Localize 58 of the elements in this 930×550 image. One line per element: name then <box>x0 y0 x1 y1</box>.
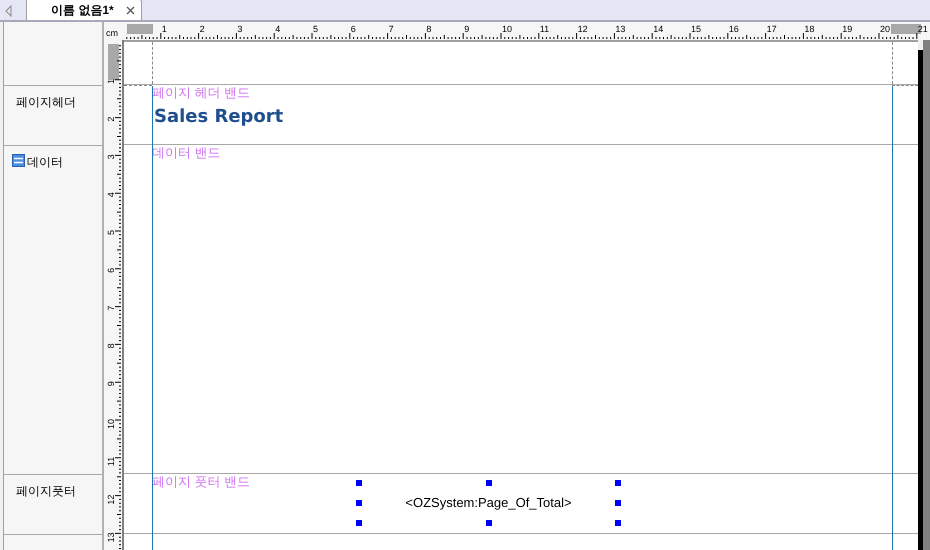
band-label[interactable]: 페이지헤더 <box>16 93 76 111</box>
scroll-left-icon[interactable] <box>5 5 13 17</box>
tab-title: 이름 없음1* <box>51 2 114 19</box>
ruler-number: 11 <box>106 456 116 466</box>
ruler-number: 10 <box>106 419 116 430</box>
margin-marker[interactable] <box>108 44 119 80</box>
resize-handle[interactable] <box>356 500 362 506</box>
ruler-number: 2 <box>200 24 205 34</box>
ruler-number: 3 <box>237 24 242 34</box>
ruler-number: 9 <box>464 24 470 34</box>
band-label[interactable]: 데이터 <box>27 153 63 171</box>
resize-handle[interactable] <box>486 480 492 486</box>
band-caption: 페이지 풋터 밴드 <box>152 474 250 489</box>
ruler-number: 5 <box>106 230 116 236</box>
ruler-number: 4 <box>275 24 280 34</box>
ruler-number: 1 <box>162 24 167 34</box>
ruler-number: 10 <box>502 24 512 34</box>
ruler-number: 12 <box>578 24 588 34</box>
resize-handle[interactable] <box>356 480 362 486</box>
ruler-number: 19 <box>842 24 852 34</box>
ruler-number: 11 <box>540 24 550 34</box>
resize-handle[interactable] <box>615 480 621 486</box>
ruler-number: 7 <box>106 306 116 311</box>
data-band-icon <box>12 154 25 167</box>
ruler-number: 8 <box>426 24 432 34</box>
ruler-number: 6 <box>106 268 116 273</box>
ruler-number: 4 <box>106 192 116 198</box>
resize-handle[interactable] <box>356 520 362 526</box>
resize-handle[interactable] <box>615 520 621 526</box>
ruler-number: 5 <box>313 24 318 34</box>
ruler-number: 1 <box>106 78 116 84</box>
ruler-number: 7 <box>388 24 394 34</box>
band-caption: 데이터 밴드 <box>152 145 221 160</box>
ruler-number: 13 <box>615 24 626 34</box>
ruler-number: 9 <box>106 381 116 386</box>
band-caption: 페이지 헤더 밴드 <box>152 85 250 100</box>
ruler-number: 20 <box>880 24 890 34</box>
ruler-number: 3 <box>106 154 116 160</box>
report-title: Sales Report <box>154 105 284 129</box>
ruler-number: 21 <box>918 24 928 34</box>
ruler-number: 17 <box>766 24 777 34</box>
page-field[interactable]: <OZSystem:Page_Of_Total> <box>405 493 572 513</box>
band-label[interactable]: 페이지풋터 <box>16 482 76 500</box>
document-tab[interactable]: 이름 없음1* <box>26 0 142 20</box>
close-icon[interactable] <box>126 6 135 14</box>
unit-label: cm <box>105 27 119 40</box>
ruler-number: 8 <box>106 343 116 348</box>
ruler-number: 12 <box>106 494 116 505</box>
resize-handle[interactable] <box>615 500 621 506</box>
margin-marker[interactable] <box>127 24 153 34</box>
ruler-number: 14 <box>653 24 664 34</box>
ruler-number: 18 <box>804 24 814 34</box>
ruler-number: 15 <box>691 24 702 34</box>
ruler-number: 6 <box>350 24 356 34</box>
ruler-number: 16 <box>728 24 739 34</box>
resize-handle[interactable] <box>486 520 492 526</box>
ruler-number: 2 <box>106 116 116 122</box>
ruler-number: 13 <box>106 532 116 542</box>
